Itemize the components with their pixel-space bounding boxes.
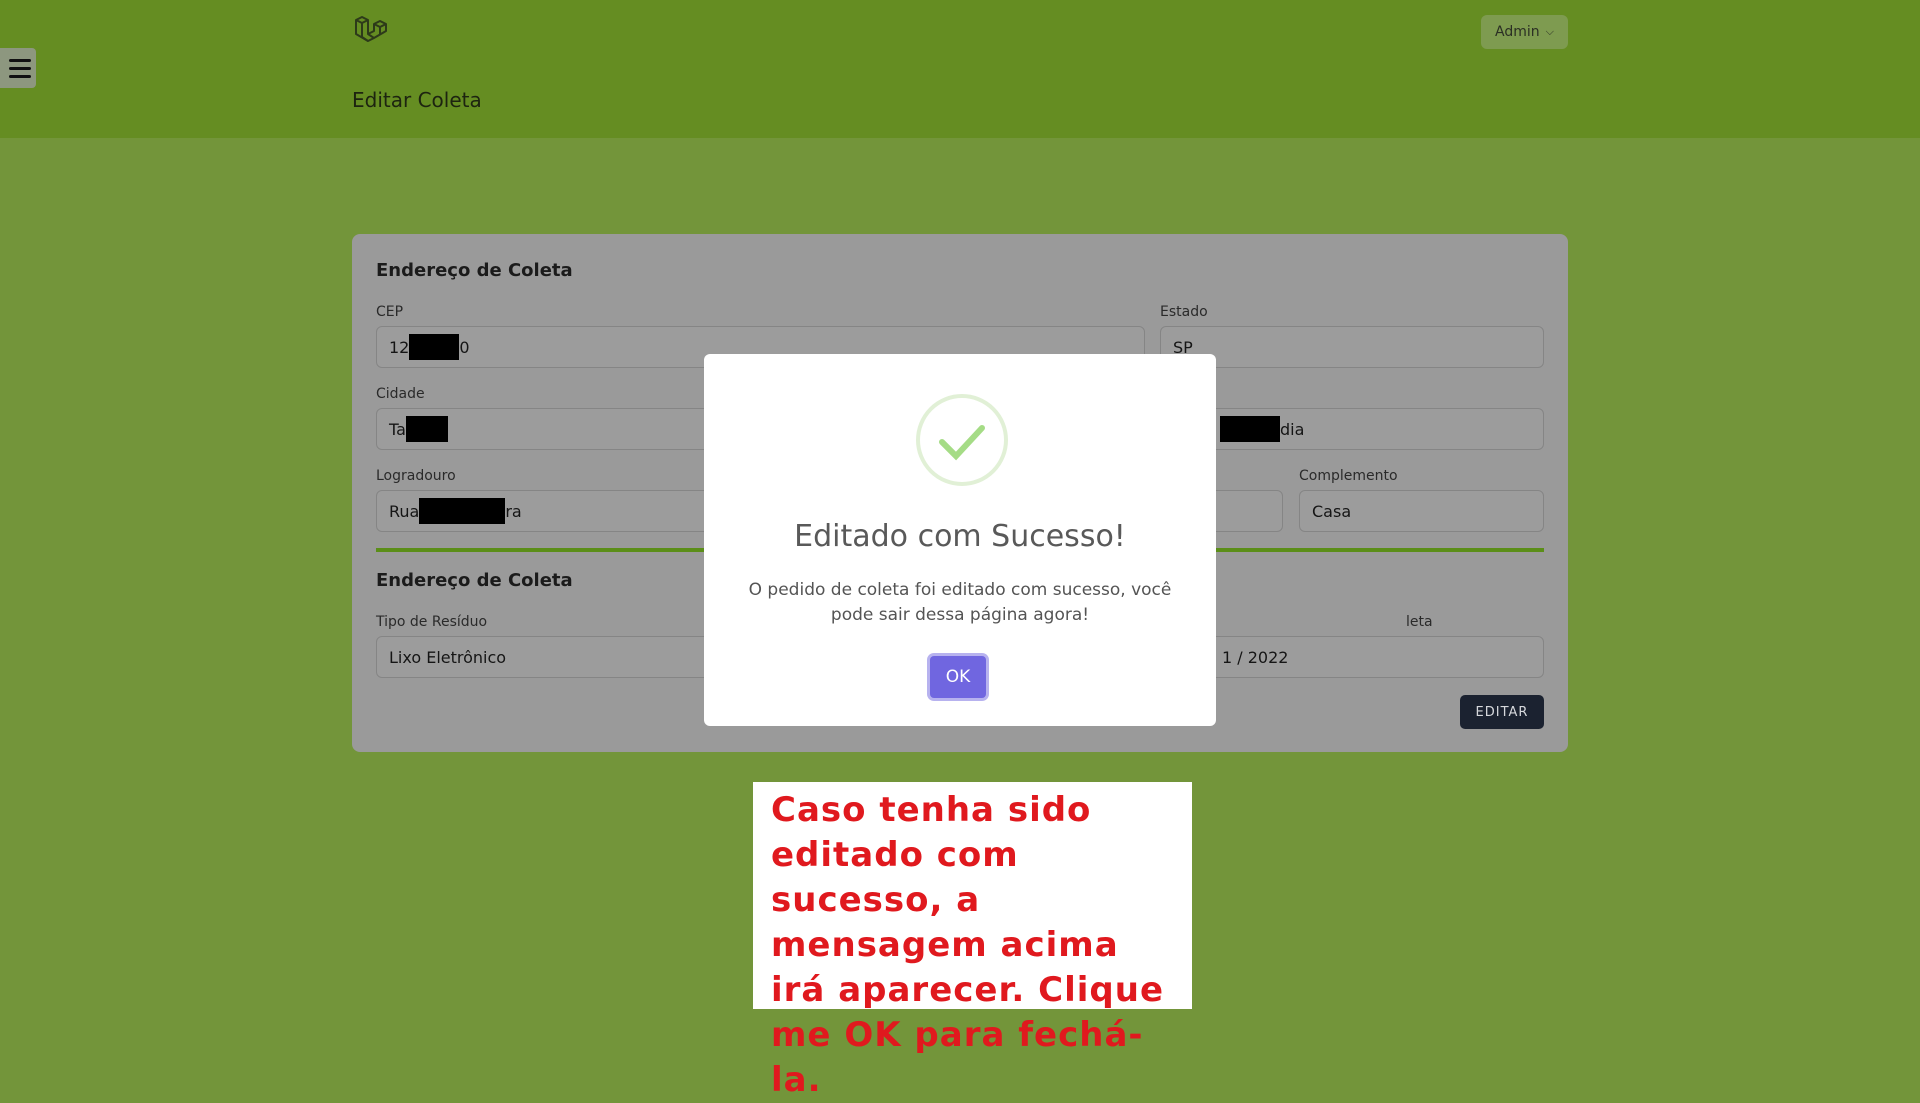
success-check-icon (916, 394, 1008, 486)
estado-label: Estado (1160, 304, 1208, 320)
cidade-label: Cidade (376, 386, 425, 402)
success-dialog: Editado com Sucesso! O pedido de coleta … (704, 354, 1216, 726)
redacted-block (405, 416, 448, 442)
bairro-value-suffix: dia (1280, 419, 1305, 439)
redacted-block (409, 334, 460, 360)
bairro-field[interactable]: dia (1160, 408, 1544, 450)
data-coleta-value: 1 / 2022 (1222, 647, 1289, 667)
tipo-residuo-value: Lixo Eletrônico (389, 647, 507, 667)
complemento-value: Casa (1312, 501, 1352, 521)
editar-button[interactable]: EDITAR (1460, 695, 1544, 729)
complemento-label: Complemento (1299, 468, 1398, 484)
logradouro-value-prefix: Rua (389, 501, 420, 521)
logradouro-value-suffix: ra (505, 501, 522, 521)
redacted-block (1220, 416, 1280, 442)
cep-value-prefix: 12 (389, 337, 410, 357)
hamburger-menu-icon[interactable] (0, 48, 36, 88)
laravel-logo-icon[interactable] (352, 14, 388, 50)
cep-label: CEP (376, 304, 404, 320)
complemento-field[interactable]: Casa (1299, 490, 1544, 532)
dialog-title: Editado com Sucesso! (794, 519, 1126, 554)
top-navigation-bar: Admin ⌵ Editar Coleta (0, 0, 1920, 138)
data-coleta-field[interactable]: 1 / 2022 (1160, 636, 1544, 678)
redacted-block (419, 498, 506, 524)
cep-value-suffix: 0 (459, 337, 470, 357)
tutorial-annotation: Caso tenha sido editado com sucesso, a m… (753, 782, 1192, 1100)
chevron-down-icon: ⌵ (1545, 25, 1554, 38)
section-title-collection: Endereço de Coleta (376, 570, 573, 591)
data-coleta-label: leta (1406, 614, 1433, 630)
logradouro-label: Logradouro (376, 468, 456, 484)
dialog-message: O pedido de coleta foi editado com suces… (748, 580, 1172, 625)
estado-field[interactable]: SP (1160, 326, 1544, 368)
ok-button[interactable]: OK (930, 656, 986, 698)
user-menu-button[interactable]: Admin ⌵ (1481, 15, 1568, 49)
user-menu-label: Admin (1495, 24, 1540, 40)
section-title-address: Endereço de Coleta (376, 260, 573, 281)
cidade-value-prefix: Ta (389, 419, 406, 439)
page-title: Editar Coleta (352, 88, 482, 112)
tipo-residuo-label: Tipo de Resíduo (376, 614, 488, 630)
